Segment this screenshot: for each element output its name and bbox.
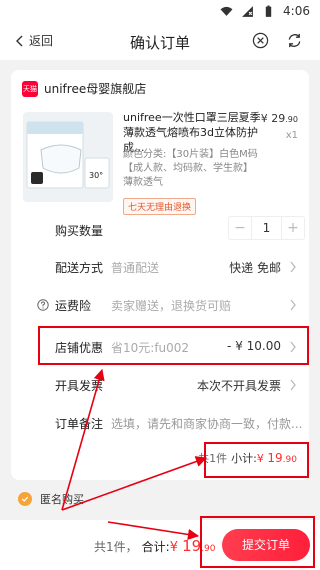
chevron-right-icon	[290, 261, 296, 273]
delivery-row[interactable]: 配送方式 普通配送 快递 免邮	[11, 257, 309, 277]
invoice-row[interactable]: 开具发票 本次不开具发票	[11, 375, 309, 395]
anonymous-label: 匿名购买	[40, 493, 84, 506]
remark-input[interactable]: 选填，请先和商家协商一致，付款...	[111, 415, 302, 432]
refresh-icon[interactable]	[286, 32, 303, 49]
close-icon[interactable]	[252, 32, 269, 49]
anonymous-purchase-toggle[interactable]: 匿名购买	[18, 491, 84, 507]
product-sku[interactable]: 颜色分类:【30片装】白色M码【成人款、均码款、学生款】薄款透气	[123, 148, 261, 190]
question-icon[interactable]	[37, 299, 49, 311]
product-qty: x1	[285, 130, 298, 141]
freight-hint: 卖家赠送，退换货可赔	[111, 299, 232, 313]
chevron-right-icon	[290, 379, 296, 391]
remark-row[interactable]: 订单备注 选填，请先和商家协商一致，付款...	[11, 413, 309, 433]
price-main: ¥ 29	[260, 112, 286, 125]
quantity-plus-button[interactable]: +	[282, 220, 304, 236]
chevron-right-icon	[290, 299, 296, 311]
freight-row[interactable]: 运费险 卖家赠送，退换货可赔	[11, 295, 309, 315]
price-decimal: .90	[285, 115, 298, 124]
order-card: 天猫 unifree母婴旗舰店 30° unifree一次性口罩三层夏季薄款透气…	[11, 70, 309, 480]
highlight-subtotal-box	[204, 442, 309, 478]
shop-name: unifree母婴旗舰店	[44, 82, 147, 96]
service-tag: 七天无理由退换	[123, 198, 197, 215]
quantity-row: 购买数量 − 1 +	[11, 216, 309, 240]
invoice-value: 本次不开具发票	[196, 379, 281, 393]
product-image-label: 30°	[89, 171, 103, 180]
delivery-hint: 普通配送	[111, 261, 160, 275]
highlight-submit-box	[200, 516, 315, 568]
delivery-label: 配送方式	[55, 261, 104, 275]
mask-box-illustration: 30°	[26, 121, 110, 189]
quantity-minus-button[interactable]: −	[229, 220, 251, 236]
status-time: 4:06	[283, 4, 310, 18]
quantity-input[interactable]: 1	[251, 217, 282, 239]
freight-label: 运费险	[55, 299, 92, 313]
invoice-label: 开具发票	[55, 379, 104, 393]
total-count: 共1件，	[94, 540, 138, 554]
checkbox-checked-icon[interactable]	[18, 492, 32, 506]
order-total: 共1件， 合计:¥ 19.90	[94, 537, 216, 555]
page-title: 确认订单	[129, 34, 190, 52]
shop-header[interactable]: 天猫 unifree母婴旗舰店	[22, 80, 146, 97]
product-image[interactable]: 30°	[23, 112, 113, 202]
battery-icon	[265, 5, 272, 17]
delivery-value: 快递 免邮	[229, 261, 281, 275]
product-price: ¥ 29.90	[261, 112, 298, 125]
status-bar: 4:06	[0, 0, 320, 22]
highlight-discount-box	[38, 326, 309, 365]
quantity-stepper: − 1 +	[228, 216, 305, 240]
tmall-badge-icon: 天猫	[22, 80, 38, 97]
total-label: 合计:	[141, 540, 170, 554]
remark-label: 订单备注	[55, 417, 104, 431]
nav-header: 返回 确认订单	[0, 22, 320, 60]
quantity-label: 购买数量	[55, 224, 104, 238]
wifi-icon	[220, 6, 233, 16]
signal-icon	[242, 5, 253, 17]
